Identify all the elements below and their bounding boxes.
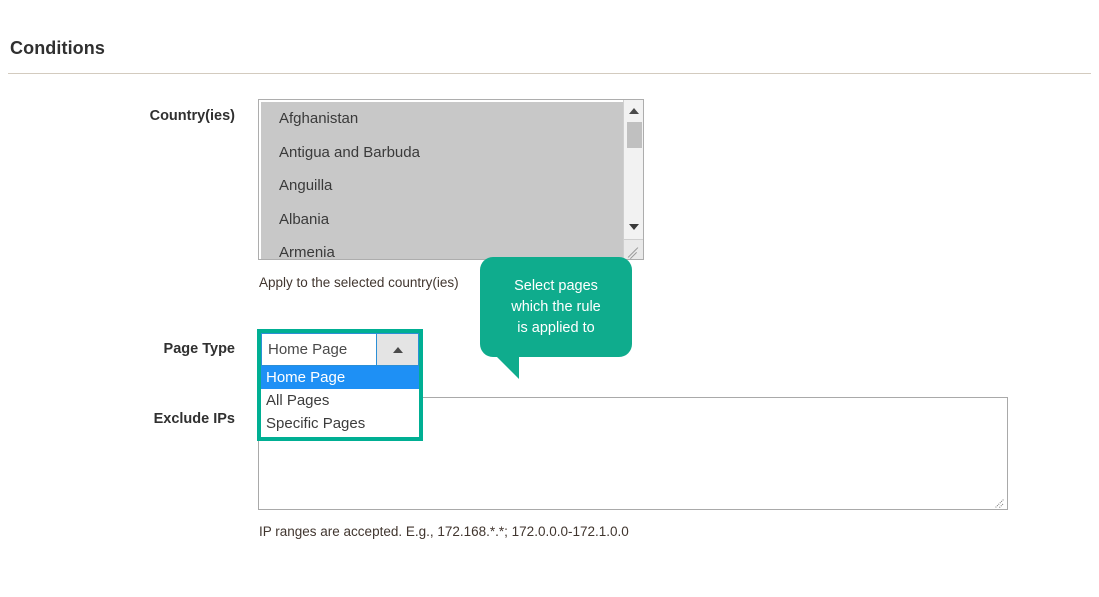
page-title: Conditions xyxy=(10,38,105,58)
resize-grip-icon[interactable] xyxy=(992,494,1006,508)
page-type-option-all-pages[interactable]: All Pages xyxy=(261,389,419,412)
country-field-label: Country(ies) xyxy=(149,108,235,124)
page-type-tooltip: Select pages which the rule is applied t… xyxy=(480,257,632,357)
scrollbar-up-arrow-icon[interactable] xyxy=(624,102,643,119)
scrollbar-down-arrow-icon[interactable] xyxy=(624,218,643,235)
tooltip-tail-icon xyxy=(483,349,519,379)
page-type-combobox[interactable]: Home Page xyxy=(261,333,419,366)
page-type-field-label: Page Type xyxy=(163,341,235,357)
country-hint-text: Apply to the selected country(ies) xyxy=(259,275,459,290)
country-option-list[interactable]: Afghanistan Antigua and Barbuda Anguilla… xyxy=(261,102,623,259)
triangle-up-icon xyxy=(628,107,639,114)
page-type-toggle-button[interactable] xyxy=(376,334,418,365)
page-type-option-home-page[interactable]: Home Page xyxy=(261,366,419,389)
exclude-ips-hint-text: IP ranges are accepted. E.g., 172.168.*.… xyxy=(259,524,629,539)
exclude-ips-field-label: Exclude IPs xyxy=(153,411,235,427)
tooltip-text: Select pages which the rule is applied t… xyxy=(511,277,601,336)
country-list-scrollbar[interactable] xyxy=(623,100,643,259)
list-item[interactable]: Anguilla xyxy=(261,169,623,203)
page-type-option-list[interactable]: Home Page All Pages Specific Pages xyxy=(261,366,419,435)
country-multiselect[interactable]: Afghanistan Antigua and Barbuda Anguilla… xyxy=(258,99,644,260)
list-item[interactable]: Albania xyxy=(261,203,623,237)
page-type-option-specific-pages[interactable]: Specific Pages xyxy=(261,412,419,435)
page-type-selected-value: Home Page xyxy=(268,341,348,358)
triangle-up-icon xyxy=(392,346,403,353)
scrollbar-thumb[interactable] xyxy=(627,122,642,148)
list-item[interactable]: Afghanistan xyxy=(261,102,623,136)
section-divider xyxy=(8,73,1091,74)
page-type-dropdown[interactable]: Home Page Home Page All Pages Specific P… xyxy=(257,329,423,441)
triangle-down-icon xyxy=(628,223,639,230)
list-item[interactable]: Armenia xyxy=(261,236,623,259)
resize-grip-icon[interactable] xyxy=(624,239,643,259)
list-item[interactable]: Antigua and Barbuda xyxy=(261,136,623,170)
